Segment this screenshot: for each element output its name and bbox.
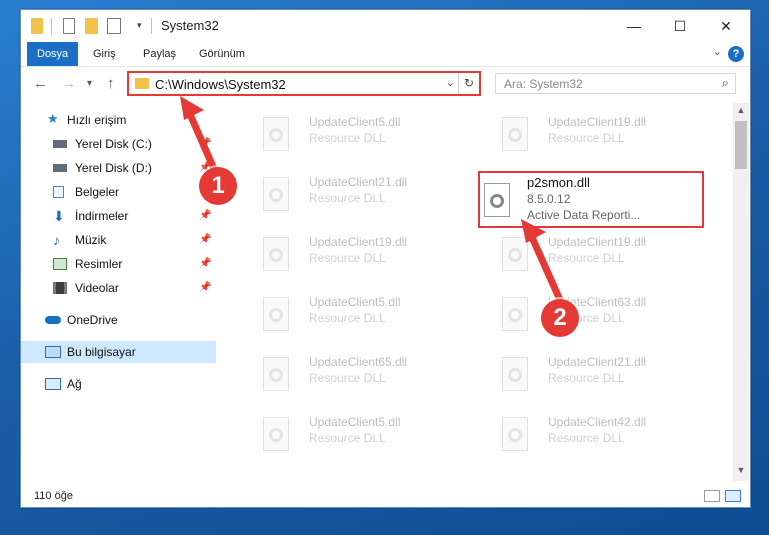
step-badge-1: 1 (199, 167, 237, 205)
arrow-2-shaft (527, 231, 564, 304)
annotation-arrows (180, 96, 564, 304)
step-badge-2: 2 (541, 299, 579, 337)
